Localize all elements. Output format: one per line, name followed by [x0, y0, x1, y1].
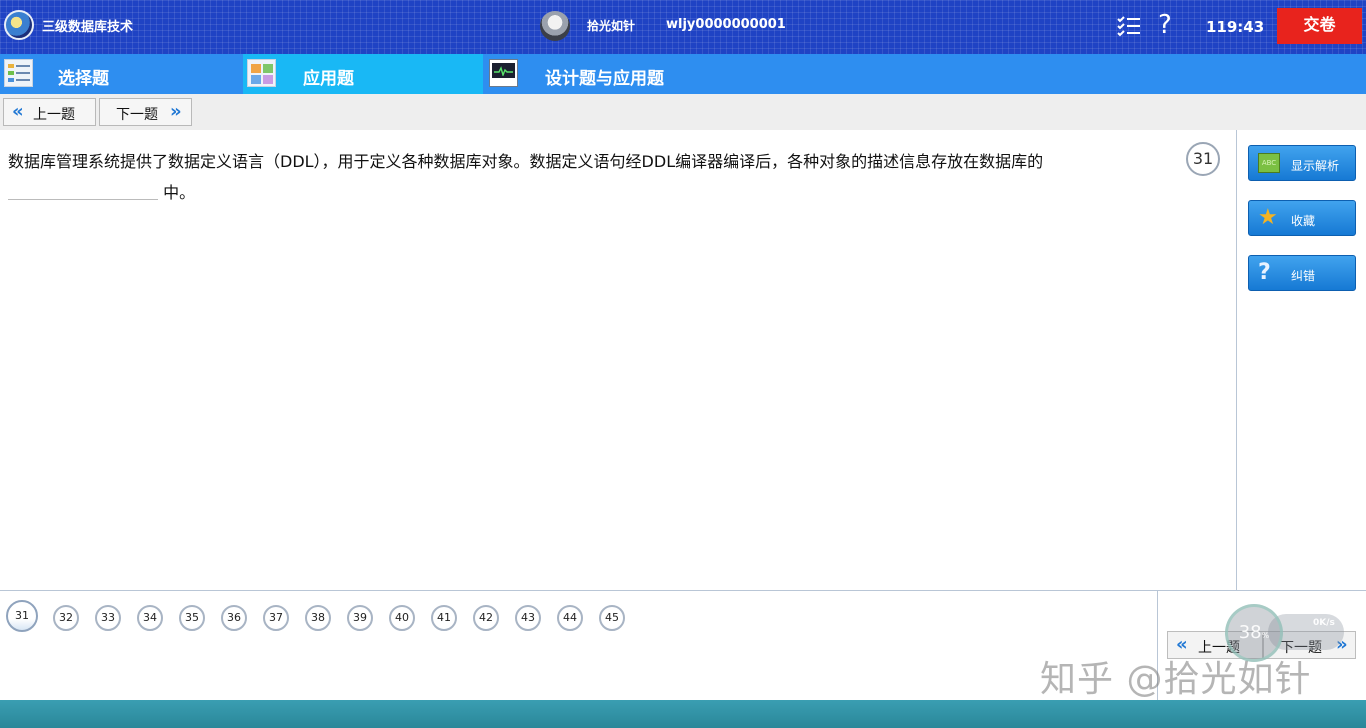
question-number-42[interactable]: 42	[473, 605, 499, 631]
monitor-icon	[489, 59, 518, 87]
question-tail: 中。	[163, 183, 196, 202]
question-text: 数据库管理系统提供了数据定义语言（DDL），用于定义各种数据库对象。数据定义语句…	[8, 146, 1186, 208]
show-analysis-label: 显示解析	[1291, 159, 1340, 173]
question-number-40[interactable]: 40	[389, 605, 415, 631]
report-error-button[interactable]: ? 纠错	[1248, 255, 1356, 291]
section-tabbar: 选择题 应用题 设计题与应用题	[0, 54, 1366, 94]
user-name: 拾光如针	[587, 19, 636, 33]
network-speed-rate: 0K/s	[1313, 618, 1335, 628]
abc-icon: ABC	[1258, 153, 1280, 173]
question-number-44[interactable]: 44	[557, 605, 583, 631]
help-icon[interactable]: ?	[1158, 10, 1172, 40]
countdown-timer: 119:43	[1206, 18, 1265, 36]
tab-design[interactable]: 设计题与应用题	[483, 54, 783, 94]
answer-blank[interactable]	[8, 180, 158, 200]
tab-application[interactable]: 应用题	[243, 54, 483, 94]
question-number-41[interactable]: 41	[431, 605, 457, 631]
question-number-43[interactable]: 43	[515, 605, 541, 631]
side-action-panel: ABC 显示解析 ★ 收藏 ? 纠错	[1236, 130, 1366, 590]
chevron-right-icon: »	[170, 101, 182, 122]
user-avatar	[540, 11, 570, 41]
question-number-45[interactable]: 45	[599, 605, 625, 631]
question-number-33[interactable]: 33	[95, 605, 121, 631]
top-header: 三级数据库技术 拾光如针 wljy0000000001 ? 119:43 交卷	[0, 0, 1366, 54]
tab-label: 设计题与应用题	[545, 69, 664, 89]
speed-percent: 38	[1238, 622, 1262, 643]
star-icon: ★	[1258, 205, 1278, 230]
tab-label: 选择题	[58, 69, 109, 89]
question-number-39[interactable]: 39	[347, 605, 373, 631]
question-number-31[interactable]: 31	[6, 600, 38, 632]
show-analysis-button[interactable]: ABC 显示解析	[1248, 145, 1356, 181]
user-id: wljy0000000001	[666, 17, 786, 32]
watermark: 知乎 @拾光如针	[1040, 659, 1312, 700]
favorite-button[interactable]: ★ 收藏	[1248, 200, 1356, 236]
question-area: 数据库管理系统提供了数据定义语言（DDL），用于定义各种数据库对象。数据定义语句…	[0, 130, 1236, 590]
prev-label: 上一题	[33, 107, 75, 123]
submit-exam-button[interactable]: 交卷	[1277, 8, 1362, 44]
question-number-35[interactable]: 35	[179, 605, 205, 631]
bottom-footer-bar	[0, 700, 1366, 728]
list-icon	[4, 59, 33, 87]
favorite-label: 收藏	[1291, 214, 1316, 228]
tab-label: 应用题	[303, 69, 354, 89]
question-mark-icon: ?	[1258, 260, 1271, 285]
chevron-left-icon: «	[12, 101, 24, 122]
speed-unit: %	[1261, 631, 1270, 640]
question-number-34[interactable]: 34	[137, 605, 163, 631]
next-label: 下一题	[116, 107, 158, 123]
question-number-32[interactable]: 32	[53, 605, 79, 631]
question-nav-row: « 上一题 下一题 »	[0, 94, 1366, 130]
prev-question-button[interactable]: « 上一题	[3, 98, 96, 126]
question-number-36[interactable]: 36	[221, 605, 247, 631]
question-number-37[interactable]: 37	[263, 605, 289, 631]
question-list-icon[interactable]	[1117, 15, 1141, 37]
grid-icon	[247, 59, 276, 87]
question-number-38[interactable]: 38	[305, 605, 331, 631]
app-title: 三级数据库技术	[42, 20, 134, 35]
tab-choice[interactable]: 选择题	[0, 54, 243, 94]
report-error-label: 纠错	[1291, 269, 1316, 283]
app-logo	[4, 10, 34, 40]
question-stem: 数据库管理系统提供了数据定义语言（DDL），用于定义各种数据库对象。数据定义语句…	[8, 152, 1044, 171]
next-question-button[interactable]: 下一题 »	[99, 98, 192, 126]
question-number-badge: 31	[1186, 142, 1220, 176]
